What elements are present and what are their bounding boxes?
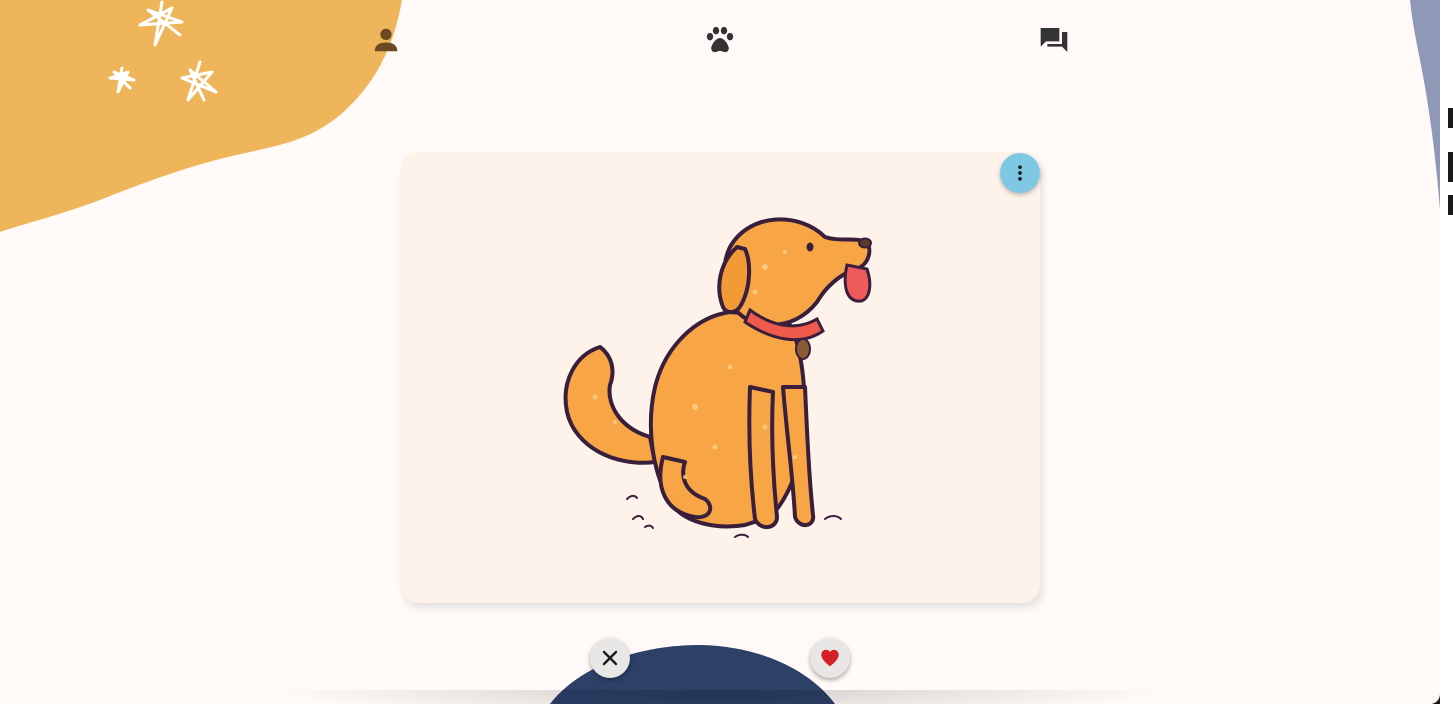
nav-pets-button[interactable]	[702, 22, 738, 58]
slate-blob-decoration	[1410, 0, 1440, 210]
close-icon	[602, 650, 618, 666]
dislike-button[interactable]	[590, 638, 630, 678]
heart-icon	[821, 649, 839, 667]
person-icon	[374, 28, 398, 52]
bottom-shadow	[270, 690, 1170, 704]
like-button[interactable]	[810, 638, 850, 678]
more-vert-icon	[1018, 165, 1022, 181]
stars-decoration	[108, 0, 218, 102]
forum-icon	[1040, 28, 1068, 52]
nav-profile-button[interactable]	[368, 22, 404, 58]
cartoon-dog-illustration	[563, 217, 872, 538]
pet-card[interactable]	[400, 152, 1040, 603]
app-window	[0, 0, 1440, 704]
nav-messages-button[interactable]	[1036, 22, 1072, 58]
paw-icon	[706, 26, 734, 53]
window-edge-strip	[1440, 0, 1453, 704]
card-menu-button[interactable]	[1000, 153, 1040, 193]
